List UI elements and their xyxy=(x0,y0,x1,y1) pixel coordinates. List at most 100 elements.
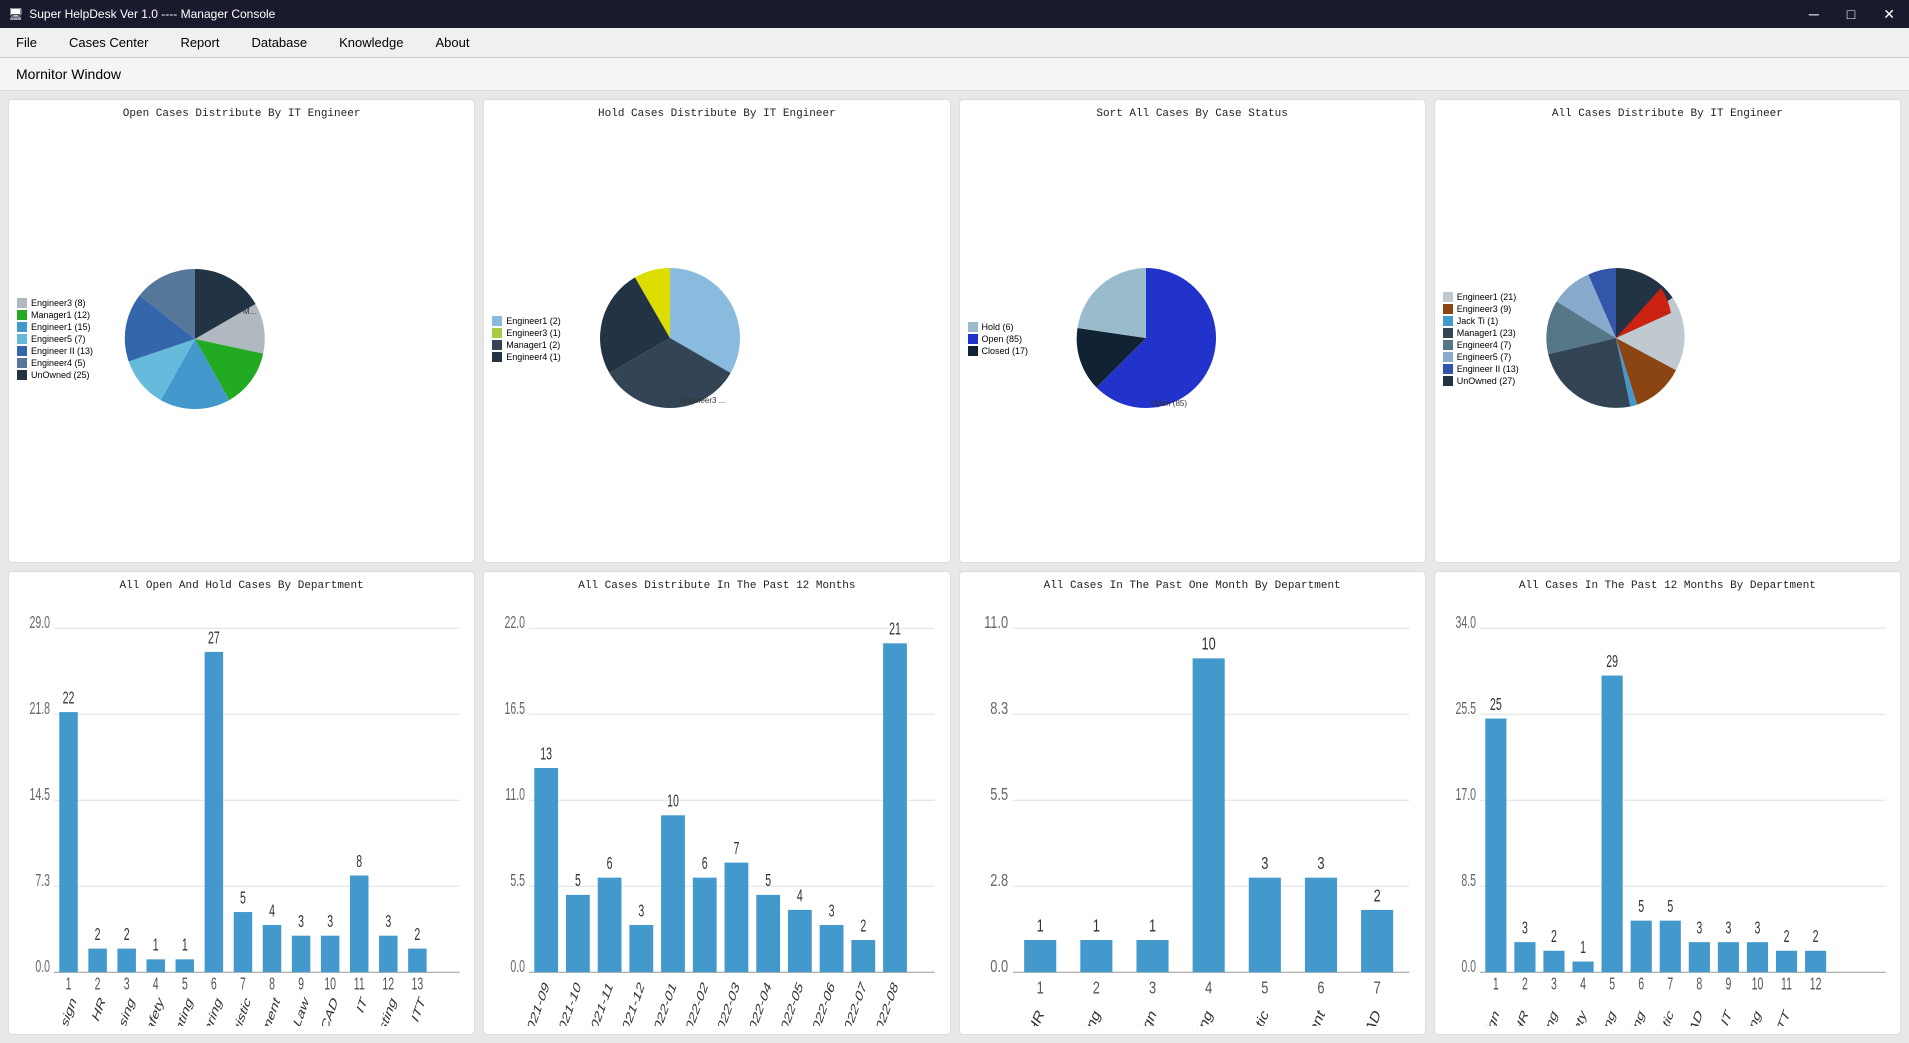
past-12months-dept-card: All Cases In The Past 12 Months By Depar… xyxy=(1434,571,1901,1035)
sort-cases-pie: Open (85) xyxy=(1066,258,1226,418)
svg-text:2022-07: 2022-07 xyxy=(840,979,870,1026)
all-cases-pie: ... xyxy=(1541,258,1691,418)
svg-text:0.0: 0.0 xyxy=(511,958,526,977)
monthly-bar-svg: 22.0 16.5 11.0 5.5 0.0 xyxy=(492,596,941,1026)
svg-text:Safety: Safety xyxy=(1564,1006,1590,1026)
svg-text:7: 7 xyxy=(1667,975,1673,994)
hold-cases-chart: Engineer1 (2) Engineer3 (1) Manager1 (2)… xyxy=(492,124,941,554)
svg-text:6: 6 xyxy=(1317,979,1324,998)
svg-text:Logistic: Logistic xyxy=(1237,1006,1271,1026)
svg-text:Safety: Safety xyxy=(141,993,167,1026)
svg-text:5: 5 xyxy=(1261,979,1268,998)
menu-cases-center[interactable]: Cases Center xyxy=(61,31,156,54)
svg-text:2: 2 xyxy=(1522,975,1528,994)
svg-text:2022-02: 2022-02 xyxy=(681,979,711,1026)
svg-text:10: 10 xyxy=(1751,975,1763,994)
svg-text:7: 7 xyxy=(1373,979,1380,998)
hold-cases-legend: Engineer1 (2) Engineer3 (1) Manager1 (2)… xyxy=(492,316,582,362)
svg-text:1: 1 xyxy=(1036,917,1043,936)
svg-text:17.0: 17.0 xyxy=(1455,786,1476,805)
svg-text:2021-10: 2021-10 xyxy=(554,979,584,1026)
svg-text:3: 3 xyxy=(1551,975,1557,994)
svg-text:5: 5 xyxy=(1609,975,1615,994)
svg-text:13: 13 xyxy=(541,745,553,764)
svg-text:2021-12: 2021-12 xyxy=(618,979,648,1026)
svg-text:5: 5 xyxy=(765,872,771,891)
svg-text:CAD: CAD xyxy=(1684,1007,1705,1026)
all-cases-chart: Engineer1 (21) Engineer3 (9) Jack Ti (1)… xyxy=(1443,124,1892,554)
svg-text:4: 4 xyxy=(1580,975,1586,994)
past-month-dept-card: All Cases In The Past One Month By Depar… xyxy=(959,571,1426,1035)
svg-text:2: 2 xyxy=(1092,979,1099,998)
svg-text:...: ... xyxy=(1661,306,1668,315)
close-button[interactable]: ✕ xyxy=(1877,4,1901,25)
app-title: Super HelpDesk Ver 1.0 ---- Manager Cons… xyxy=(29,7,275,21)
svg-text:14.5: 14.5 xyxy=(29,786,50,805)
menu-knowledge[interactable]: Knowledge xyxy=(331,31,411,54)
svg-text:7.3: 7.3 xyxy=(35,872,50,891)
maximize-button[interactable]: □ xyxy=(1841,4,1861,25)
all-cases-legend: Engineer1 (21) Engineer3 (9) Jack Ti (1)… xyxy=(1443,292,1533,386)
svg-text:9: 9 xyxy=(298,975,304,994)
svg-text:5.5: 5.5 xyxy=(990,786,1008,805)
svg-text:1: 1 xyxy=(66,975,72,994)
open-cases-legend: Engineer3 (8) Manager1 (12) Engineer1 (1… xyxy=(17,298,107,380)
menu-report[interactable]: Report xyxy=(172,31,227,54)
past-12months-dept-title: All Cases In The Past 12 Months By Depar… xyxy=(1443,580,1892,592)
svg-text:12: 12 xyxy=(1809,975,1821,994)
svg-text:6: 6 xyxy=(702,855,708,874)
svg-text:ITT: ITT xyxy=(1774,1007,1792,1026)
svg-text:1: 1 xyxy=(1493,975,1499,994)
svg-text:10: 10 xyxy=(324,975,336,994)
svg-text:2: 2 xyxy=(124,926,130,945)
svg-text:8.5: 8.5 xyxy=(1461,872,1476,891)
svg-text:5: 5 xyxy=(1638,898,1644,917)
svg-text:2: 2 xyxy=(1783,928,1789,947)
hold-cases-card: Hold Cases Distribute By IT Engineer Eng… xyxy=(483,99,950,563)
svg-text:2: 2 xyxy=(861,917,867,936)
menu-file[interactable]: File xyxy=(8,31,45,54)
svg-text:8: 8 xyxy=(356,852,362,871)
svg-text:Logistic: Logistic xyxy=(1648,1007,1676,1026)
svg-text:25.5: 25.5 xyxy=(1455,700,1476,719)
svg-text:CAD: CAD xyxy=(319,994,340,1026)
svg-text:2022-03: 2022-03 xyxy=(713,979,743,1026)
svg-text:Design: Design xyxy=(1127,1007,1159,1026)
svg-text:5: 5 xyxy=(240,889,246,908)
dashboard: Open Cases Distribute By IT Engineer Eng… xyxy=(0,91,1909,1043)
svg-text:HR: HR xyxy=(1513,1007,1531,1026)
past-month-dept-title: All Cases In The Past One Month By Depar… xyxy=(968,580,1417,592)
svg-text:3: 3 xyxy=(327,913,333,932)
svg-text:1: 1 xyxy=(1092,917,1099,936)
dept-open-hold-title: All Open And Hold Cases By Department xyxy=(17,580,466,592)
monthly-cases-title: All Cases Distribute In The Past 12 Mont… xyxy=(492,580,941,592)
svg-text:Design: Design xyxy=(1475,1007,1502,1026)
menu-database[interactable]: Database xyxy=(243,31,315,54)
title-bar: 🖥 Super HelpDesk Ver 1.0 ---- Manager Co… xyxy=(0,0,1909,28)
svg-text:2: 2 xyxy=(1551,928,1557,947)
minimize-button[interactable]: ─ xyxy=(1803,4,1825,25)
svg-text:11: 11 xyxy=(354,975,365,994)
svg-text:11: 11 xyxy=(1781,975,1792,994)
svg-text:10: 10 xyxy=(667,792,679,811)
svg-text:3: 3 xyxy=(1148,979,1155,998)
svg-text:21.8: 21.8 xyxy=(29,700,50,719)
open-cases-chart: Engineer3 (8) Manager1 (12) Engineer1 (1… xyxy=(17,124,466,554)
svg-text:21: 21 xyxy=(889,620,901,639)
svg-text:HR: HR xyxy=(90,994,108,1025)
svg-text:7: 7 xyxy=(240,975,246,994)
sort-cases-card: Sort All Cases By Case Status Hold (6) O… xyxy=(959,99,1426,563)
past-month-bar-svg: 11.0 8.3 5.5 2.8 0.0 1 1 xyxy=(968,596,1417,1026)
svg-text:10: 10 xyxy=(1201,635,1215,654)
svg-text:2: 2 xyxy=(414,926,420,945)
svg-text:2: 2 xyxy=(95,926,101,945)
svg-text:Accounting: Accounting xyxy=(1171,1007,1215,1026)
svg-text:29: 29 xyxy=(1606,652,1618,671)
svg-text:ITT: ITT xyxy=(410,994,428,1026)
svg-text:2022-04: 2022-04 xyxy=(745,979,775,1026)
dept-open-hold-chart: 29.0 21.8 14.5 7.3 0.0 xyxy=(17,596,466,1026)
svg-text:Accounting: Accounting xyxy=(159,994,195,1026)
svg-text:27: 27 xyxy=(208,629,220,648)
menu-about[interactable]: About xyxy=(427,31,477,54)
past-12months-dept-chart: 34.0 25.5 17.0 8.5 0.0 xyxy=(1443,596,1892,1026)
